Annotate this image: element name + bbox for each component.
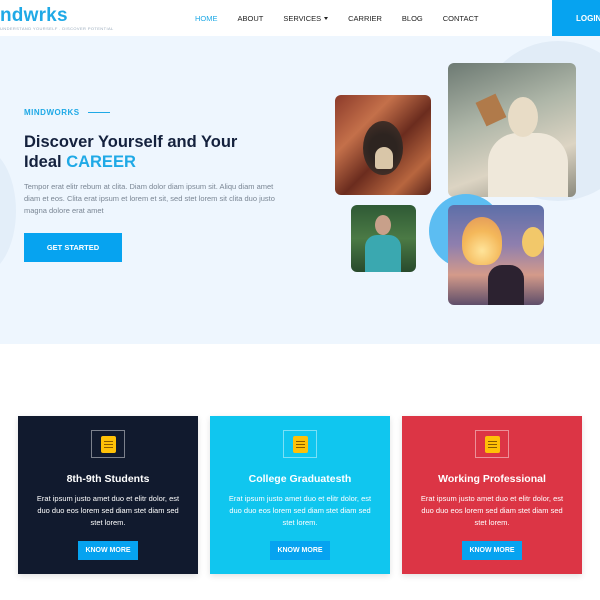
lantern-photo: [448, 205, 544, 305]
hero-description: Tempor erat elitr rebum at clita. Diam d…: [24, 182, 275, 215]
book-icon: [100, 435, 116, 453]
know-more-button[interactable]: KNOW MORE: [78, 541, 138, 560]
hero-eyebrow-text: MINDWORKS: [24, 108, 80, 117]
logo[interactable]: ndwrks UNDERSTAND YOURSELF . DISCOVER PO…: [0, 6, 114, 34]
card-title: College Graduatesth: [248, 473, 352, 485]
logo-text: ndwrks: [0, 5, 68, 26]
navbar: ndwrks UNDERSTAND YOURSELF . DISCOVER PO…: [0, 0, 600, 36]
nav-item-blog[interactable]: BLOG: [402, 14, 423, 23]
card-icon-frame: [91, 430, 125, 458]
page: ndwrks UNDERSTAND YOURSELF . DISCOVER PO…: [0, 0, 600, 600]
card-icon-frame: [283, 430, 317, 458]
photo-detail: [375, 147, 393, 169]
nav-item-home[interactable]: HOME: [195, 14, 218, 23]
nav-item-carrier[interactable]: CARRIER: [348, 14, 382, 23]
hero-title-line2: Ideal CAREER: [24, 152, 237, 172]
photo-detail: [462, 217, 502, 265]
card-description: Erat ipsum justo amet duo et elitr dolor…: [36, 494, 180, 527]
photo-detail: [475, 93, 507, 127]
library-photo: [335, 95, 431, 195]
photo-detail: [488, 133, 568, 197]
photo-detail: [375, 215, 391, 235]
card-title: Working Professional: [438, 473, 546, 485]
hero-eyebrow: MINDWORKS: [24, 108, 110, 117]
student-photo: [448, 63, 576, 197]
photo-detail: [365, 235, 401, 272]
hero-title-line1: Discover Yourself and Your: [24, 133, 238, 151]
card-professionals: Working Professional Erat ipsum justo am…: [402, 416, 582, 574]
young-man-photo: [351, 205, 416, 272]
card-icon-frame: [475, 430, 509, 458]
card-graduates: College Graduatesth Erat ipsum justo ame…: [210, 416, 390, 574]
photo-detail: [522, 227, 544, 257]
photo-detail: [508, 97, 538, 137]
card-students: 8th-9th Students Erat ipsum justo amet d…: [18, 416, 198, 574]
hero-title-prefix: Ideal: [24, 153, 67, 171]
hero-title: Discover Yourself and Your Ideal CAREER: [24, 132, 237, 172]
hero-section: MINDWORKS Discover Yourself and Your Ide…: [0, 36, 600, 344]
logo-tagline: UNDERSTAND YOURSELF . DISCOVER POTENTIAL: [0, 26, 114, 31]
nav-item-contact[interactable]: CONTACT: [443, 14, 479, 23]
caret-down-icon: [324, 16, 329, 20]
nav-item-services-label: SERVICES: [283, 13, 322, 23]
book-icon: [484, 435, 500, 453]
decorative-circle: [0, 146, 16, 276]
nav-item-about[interactable]: ABOUT: [238, 14, 264, 23]
eyebrow-divider: [87, 111, 110, 114]
card-description: Erat ipsum justo amet duo et elitr dolor…: [420, 494, 564, 527]
know-more-button[interactable]: KNOW MORE: [270, 541, 330, 560]
nav-item-services[interactable]: SERVICES: [283, 13, 329, 23]
card-title: 8th-9th Students: [66, 473, 150, 485]
card-description: Erat ipsum justo amet duo et elitr dolor…: [228, 494, 372, 527]
hero-title-accent: CAREER: [66, 153, 136, 171]
nav-links: HOME ABOUT SERVICES CARRIER BLOG CONTACT: [195, 0, 498, 36]
login-button[interactable]: LOGIN: [552, 0, 600, 36]
book-icon: [292, 435, 308, 453]
know-more-button[interactable]: KNOW MORE: [462, 541, 522, 560]
photo-detail: [488, 265, 524, 305]
get-started-button[interactable]: GET STARTED: [24, 233, 122, 262]
